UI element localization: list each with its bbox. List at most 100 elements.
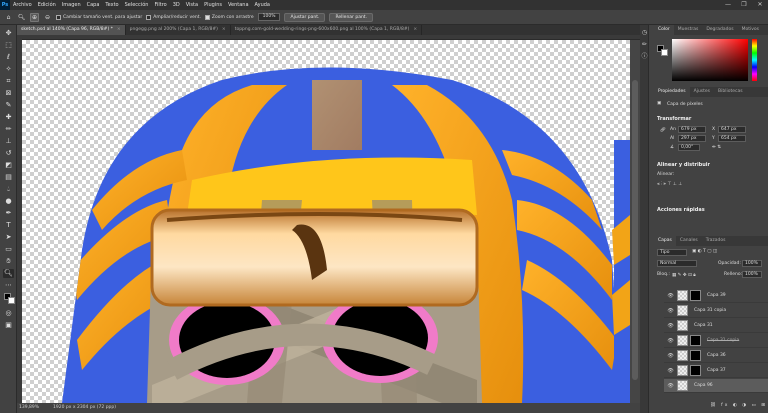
hand-tool-icon[interactable]: ✋︎: [3, 257, 14, 266]
blur-tool-icon[interactable]: 💧︎: [3, 185, 14, 194]
menu-edicion[interactable]: Edición: [35, 2, 59, 8]
background-color-swatch[interactable]: [8, 297, 15, 304]
brush-tool-icon[interactable]: ✏: [3, 125, 14, 134]
tab-paths[interactable]: Trazados: [702, 236, 730, 246]
flip-icons[interactable]: ⇹ ⇅: [712, 145, 721, 150]
shape-tool-icon[interactable]: ▭: [3, 245, 14, 254]
width-input[interactable]: 679 px: [678, 126, 706, 133]
height-input[interactable]: 297 px: [678, 135, 706, 142]
tab-libraries[interactable]: Bibliotecas: [714, 87, 747, 97]
zoom-tool-selected-icon[interactable]: 🔍︎: [3, 269, 14, 278]
layer-row[interactable]: 👁︎ Capa 39: [664, 289, 768, 303]
visibility-eye-icon[interactable]: 👁︎: [667, 383, 674, 389]
zoom-tool-icon[interactable]: 🔍︎: [17, 13, 26, 22]
opacity-input[interactable]: 100%: [742, 260, 762, 267]
history-icon[interactable]: ◷: [641, 29, 648, 36]
visibility-eye-icon[interactable]: 👁︎: [667, 323, 674, 329]
type-tool-icon[interactable]: T: [3, 221, 14, 230]
layers-footer-icons[interactable]: ⛓ fx ◐ ◑ ▭ ⊞ 🗑︎: [710, 403, 768, 408]
tab-pngegg[interactable]: pngegg.png al 200% (Capa 1, RGB/8#) ×: [126, 25, 231, 35]
fit-screen-button[interactable]: Ajustar pant.: [284, 12, 326, 22]
eraser-tool-icon[interactable]: ◩: [3, 161, 14, 170]
zoom-readout[interactable]: 139,89%: [19, 403, 39, 413]
lock-icons[interactable]: ▦ ✎ ✥ ⊡ 🔒︎: [672, 272, 696, 278]
angle-input[interactable]: 0,00°: [678, 144, 700, 151]
eyedropper-icon[interactable]: ✎: [3, 101, 14, 110]
menu-seleccion[interactable]: Selección: [122, 2, 152, 8]
tab-properties[interactable]: Propiedades: [654, 87, 690, 97]
dodge-tool-icon[interactable]: ●: [3, 197, 14, 206]
blend-mode-select[interactable]: Normal: [657, 260, 697, 267]
crop-tool-icon[interactable]: ⌗: [3, 77, 14, 86]
background-color-swatch[interactable]: [661, 49, 668, 56]
menu-archivo[interactable]: Archivo: [10, 2, 35, 8]
magic-wand-icon[interactable]: ✧: [3, 65, 14, 74]
screen-mode-icon[interactable]: ▣: [3, 321, 14, 330]
quick-mask-icon[interactable]: ◎: [3, 309, 14, 318]
maximize-button[interactable]: ❐: [736, 0, 752, 10]
layer-row-selected[interactable]: 👁︎ Capa 96: [664, 379, 768, 393]
layer-filter-select[interactable]: Tipo: [657, 249, 687, 256]
info-icon[interactable]: ⓘ: [641, 53, 648, 60]
layer-row[interactable]: 👁︎ Capa 31: [664, 319, 768, 333]
visibility-eye-icon[interactable]: 👁︎: [667, 368, 674, 374]
tab-toppng[interactable]: toppng.com-gold-wedding-rings-png-600x60…: [231, 25, 423, 35]
menu-texto[interactable]: Texto: [102, 2, 121, 8]
gradient-tool-icon[interactable]: ▤: [3, 173, 14, 182]
layer-row[interactable]: 👁︎ Capa 36: [664, 349, 768, 363]
layer-row[interactable]: 👁︎ Capa 37: [664, 364, 768, 378]
zoom-in-icon[interactable]: ⊕: [30, 12, 39, 22]
layer-row[interactable]: 👁︎ Capa 31 copia: [664, 334, 768, 348]
pen-tool-icon[interactable]: ✒: [3, 209, 14, 218]
x-input[interactable]: 647 px: [718, 126, 746, 133]
visibility-eye-icon[interactable]: 👁︎: [667, 308, 674, 314]
resize-windows-checkbox[interactable]: Cambiar tamaño vent. para ajustar: [56, 14, 142, 20]
zoom-out-icon[interactable]: ⊖: [43, 13, 52, 22]
clone-stamp-icon[interactable]: ⊥: [3, 137, 14, 146]
layer-row[interactable]: 👁︎ Capa 31 copia: [664, 304, 768, 318]
align-buttons-icons[interactable]: ⫷ ⫶ ⫸ ⊤ ⊥ ⊥: [657, 181, 682, 187]
fill-screen-button[interactable]: Rellenar pant.: [329, 12, 373, 22]
close-window-button[interactable]: ✕: [752, 0, 768, 10]
y-input[interactable]: 654 px: [718, 135, 746, 142]
brush-settings-icon[interactable]: ✏: [641, 41, 648, 48]
tab-channels[interactable]: Canales: [676, 236, 702, 246]
vertical-scrollbar[interactable]: [630, 40, 640, 403]
lasso-tool-icon[interactable]: ℓ: [3, 53, 14, 62]
hue-slider[interactable]: [752, 39, 757, 81]
more-tools-icon[interactable]: ⋯: [3, 281, 14, 290]
fill-input[interactable]: 100%: [742, 271, 762, 278]
history-brush-icon[interactable]: ↺: [3, 149, 14, 158]
tab-close-icon[interactable]: ×: [117, 25, 121, 35]
scrollbar-thumb[interactable]: [632, 80, 638, 380]
zoom-all-checkbox[interactable]: Ampliar/reducir vent.: [146, 14, 201, 20]
visibility-eye-icon[interactable]: 👁︎: [667, 353, 674, 359]
tab-adjustments[interactable]: Ajustes: [690, 87, 714, 97]
menu-plugins[interactable]: Plugins: [201, 2, 225, 8]
visibility-eye-icon[interactable]: 👁︎: [667, 338, 674, 344]
document-canvas[interactable]: [22, 40, 630, 403]
link-dimensions-icon[interactable]: 🔗︎: [660, 128, 666, 133]
menu-imagen[interactable]: Imagen: [59, 2, 84, 8]
tab-close-icon[interactable]: ×: [222, 25, 226, 35]
menu-vista[interactable]: Vista: [183, 2, 201, 8]
tab-patterns[interactable]: Motivos: [738, 25, 763, 35]
menu-ventana[interactable]: Ventana: [225, 2, 252, 8]
marquee-tool-icon[interactable]: ⬚: [3, 41, 14, 50]
menu-ayuda[interactable]: Ayuda: [252, 2, 273, 8]
path-select-icon[interactable]: ➤: [3, 233, 14, 242]
zoom-value-field[interactable]: 100%: [257, 13, 281, 21]
home-icon[interactable]: ⌂: [4, 13, 13, 22]
tab-layers[interactable]: Capas: [654, 236, 676, 246]
menu-filtro[interactable]: Filtro: [151, 2, 169, 8]
move-tool-icon[interactable]: ✥: [3, 29, 14, 38]
frame-tool-icon[interactable]: ⊠: [3, 89, 14, 98]
tab-close-icon[interactable]: ×: [413, 25, 417, 35]
filter-icons[interactable]: ▣ ◐ T ▢ ◫: [692, 249, 717, 254]
tab-sketch[interactable]: sketch.psd al 140% (Capa 96, RGB/8#) * ×: [17, 25, 126, 35]
menu-capa[interactable]: Capa: [84, 2, 103, 8]
tab-gradients[interactable]: Degradados: [702, 25, 737, 35]
tab-color[interactable]: Color: [654, 25, 674, 35]
minimize-button[interactable]: —: [720, 0, 736, 10]
scrubby-zoom-checkbox[interactable]: Zoom con arrastre: [204, 14, 254, 20]
